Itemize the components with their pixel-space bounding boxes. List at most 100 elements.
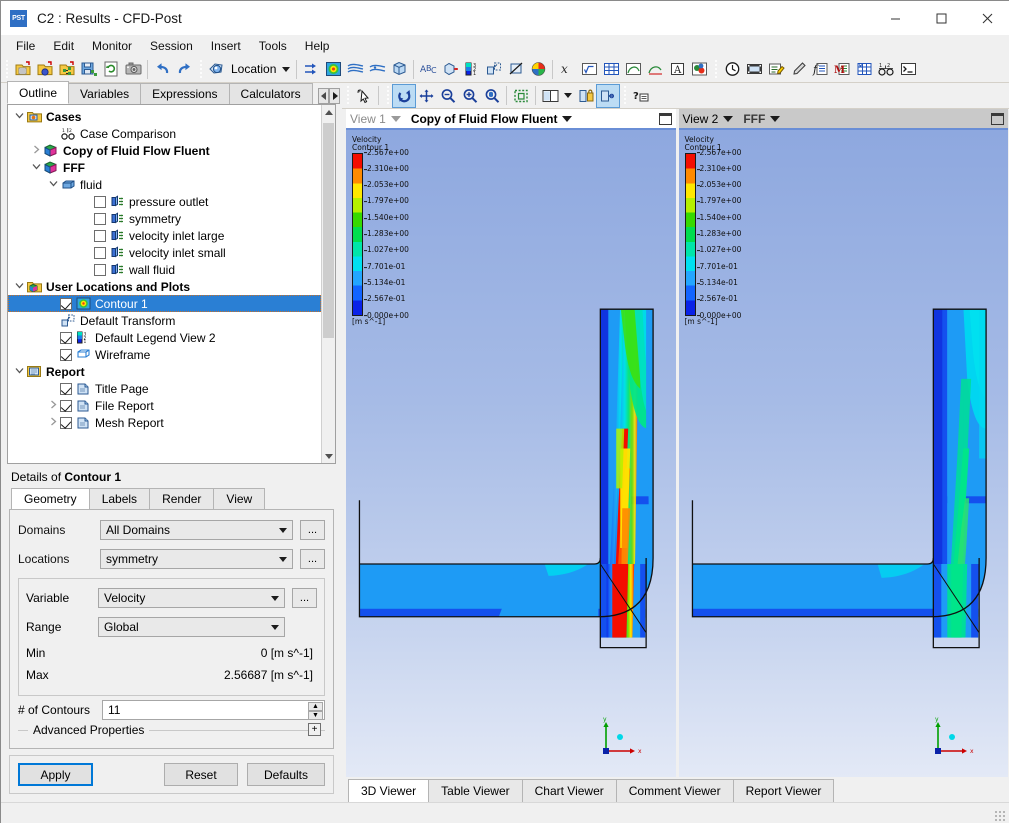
legend-icon[interactable]: 321 bbox=[461, 58, 483, 80]
toolbar-grip-2[interactable] bbox=[198, 60, 204, 79]
report-icon[interactable] bbox=[688, 58, 710, 80]
collapse-arrow-icon[interactable] bbox=[12, 281, 26, 293]
tree-item-case-comparison[interactable]: 12Case Comparison bbox=[8, 125, 321, 142]
viewer-toolbar-grip-2[interactable] bbox=[385, 86, 391, 105]
table-icon[interactable] bbox=[600, 58, 622, 80]
tree-item-copy-of-fluid-flow-fluent[interactable]: Copy of Fluid Flow Fluent bbox=[8, 142, 321, 159]
viewport-1-maximize-icon[interactable] bbox=[659, 113, 672, 125]
scroll-left-icon[interactable] bbox=[318, 88, 329, 104]
close-button[interactable] bbox=[964, 1, 1009, 35]
volume-render-icon[interactable] bbox=[388, 58, 410, 80]
streamline-icon[interactable] bbox=[344, 58, 366, 80]
tab-outline[interactable]: Outline bbox=[7, 81, 69, 104]
tab-report-viewer[interactable]: Report Viewer bbox=[733, 779, 835, 802]
reset-button[interactable]: Reset bbox=[164, 763, 238, 786]
zoom-fit-icon[interactable] bbox=[481, 85, 503, 107]
domains-browse-button[interactable]: ... bbox=[300, 520, 325, 540]
tab-labels[interactable]: Labels bbox=[89, 488, 150, 509]
scroll-up-icon[interactable] bbox=[322, 105, 335, 120]
tree-item-fluid[interactable]: fluid bbox=[8, 176, 321, 193]
tree-item-checkbox[interactable] bbox=[60, 400, 72, 412]
tree-item-checkbox[interactable] bbox=[60, 383, 72, 395]
scroll-down-icon[interactable] bbox=[322, 448, 335, 463]
load-results-icon[interactable] bbox=[34, 58, 56, 80]
open-file-icon[interactable] bbox=[12, 58, 34, 80]
menu-tools[interactable]: Tools bbox=[250, 36, 296, 56]
domains-select[interactable]: All Domains bbox=[100, 520, 293, 540]
tree-item-title-page[interactable]: Title Page bbox=[8, 380, 321, 397]
sync-views-icon[interactable] bbox=[597, 85, 619, 107]
rotate-icon[interactable] bbox=[393, 85, 415, 107]
menu-file[interactable]: File bbox=[7, 36, 44, 56]
tree-item-checkbox[interactable] bbox=[60, 349, 72, 361]
tree-item-checkbox[interactable] bbox=[94, 247, 106, 259]
apply-button[interactable]: Apply bbox=[18, 763, 93, 786]
contours-input[interactable]: 11 ▲ ▼ bbox=[102, 700, 325, 720]
tree-item-velocity-inlet-small[interactable]: velocity inlet small bbox=[8, 244, 321, 261]
collapse-arrow-icon[interactable] bbox=[12, 366, 26, 378]
expand-arrow-icon[interactable] bbox=[29, 145, 43, 157]
location-icon[interactable] bbox=[206, 58, 228, 80]
expression-icon[interactable]: x bbox=[556, 58, 578, 80]
location-caret-icon[interactable] bbox=[282, 67, 290, 72]
tree-item-report[interactable]: Report bbox=[8, 363, 321, 380]
zoom-box-icon[interactable] bbox=[437, 85, 459, 107]
tree-item-checkbox[interactable] bbox=[94, 230, 106, 242]
instancing-icon[interactable] bbox=[483, 58, 505, 80]
contours-stepper[interactable]: ▲ ▼ bbox=[308, 702, 323, 718]
range-select[interactable]: Global bbox=[98, 617, 285, 637]
tree-item-symmetry[interactable]: symmetry bbox=[8, 210, 321, 227]
viewport-2-maximize-icon[interactable] bbox=[991, 113, 1004, 125]
particle-track-icon[interactable] bbox=[366, 58, 388, 80]
stepper-down-icon[interactable]: ▼ bbox=[308, 711, 323, 720]
clip-plane-icon[interactable] bbox=[505, 58, 527, 80]
tree-item-contour-1[interactable]: Contour 1 bbox=[8, 295, 321, 312]
macro-icon[interactable] bbox=[765, 58, 787, 80]
tree-item-default-transform[interactable]: Default Transform bbox=[8, 312, 321, 329]
tab-variables[interactable]: Variables bbox=[68, 83, 141, 104]
viewport-layout-icon[interactable] bbox=[539, 85, 561, 107]
expand-arrow-icon[interactable] bbox=[46, 417, 60, 429]
probe-icon[interactable] bbox=[787, 58, 809, 80]
tab-render[interactable]: Render bbox=[149, 488, 214, 509]
command-editor-icon[interactable] bbox=[897, 58, 919, 80]
chart-icon[interactable] bbox=[622, 58, 644, 80]
animation-icon[interactable] bbox=[743, 58, 765, 80]
color-map-icon[interactable] bbox=[527, 58, 549, 80]
chart-line-icon[interactable] bbox=[644, 58, 666, 80]
redo-icon[interactable] bbox=[173, 58, 195, 80]
tree-item-checkbox[interactable] bbox=[94, 196, 106, 208]
collapse-arrow-icon[interactable] bbox=[12, 111, 26, 123]
tree-item-fff[interactable]: FFF bbox=[8, 159, 321, 176]
expand-arrow-icon[interactable] bbox=[46, 400, 60, 412]
tree-item-checkbox[interactable] bbox=[60, 417, 72, 429]
comment-icon[interactable]: A bbox=[666, 58, 688, 80]
tree-item-user-locations-and-plots[interactable]: User Locations and Plots bbox=[8, 278, 321, 295]
tree-item-checkbox[interactable] bbox=[94, 264, 106, 276]
load-state-icon[interactable] bbox=[56, 58, 78, 80]
menu-monitor[interactable]: Monitor bbox=[83, 36, 141, 56]
viewport-layout-caret-icon[interactable] bbox=[564, 93, 572, 98]
tab-geometry[interactable]: Geometry bbox=[11, 488, 90, 509]
scrollbar-thumb[interactable] bbox=[323, 123, 334, 338]
tree-item-default-legend-view-2[interactable]: 321Default Legend View 2 bbox=[8, 329, 321, 346]
viewer-toolbar-grip-3[interactable] bbox=[622, 86, 628, 105]
tree-scrollbar[interactable] bbox=[321, 105, 335, 463]
undo-icon[interactable] bbox=[151, 58, 173, 80]
snapshot-icon[interactable] bbox=[122, 58, 144, 80]
tab-chart-viewer[interactable]: Chart Viewer bbox=[522, 779, 617, 802]
viewport-1-canvas[interactable]: Velocity Contour 1 2.567e+002.310e+002.0… bbox=[346, 130, 676, 777]
save-state-icon[interactable] bbox=[78, 58, 100, 80]
contour-icon[interactable] bbox=[322, 58, 344, 80]
tree-item-wall-fluid[interactable]: wall fluid bbox=[8, 261, 321, 278]
select-mode-icon[interactable] bbox=[510, 85, 532, 107]
timestep-icon[interactable] bbox=[721, 58, 743, 80]
tab-comment-viewer[interactable]: Comment Viewer bbox=[616, 779, 734, 802]
defaults-button[interactable]: Defaults bbox=[247, 763, 325, 786]
tree-item-pressure-outlet[interactable]: pressure outlet bbox=[8, 193, 321, 210]
zoom-in-icon[interactable] bbox=[459, 85, 481, 107]
variable-select[interactable]: Velocity bbox=[98, 588, 285, 608]
tree-item-velocity-inlet-large[interactable]: velocity inlet large bbox=[8, 227, 321, 244]
resize-grip[interactable] bbox=[994, 810, 1006, 822]
tree-item-checkbox[interactable] bbox=[60, 332, 72, 344]
